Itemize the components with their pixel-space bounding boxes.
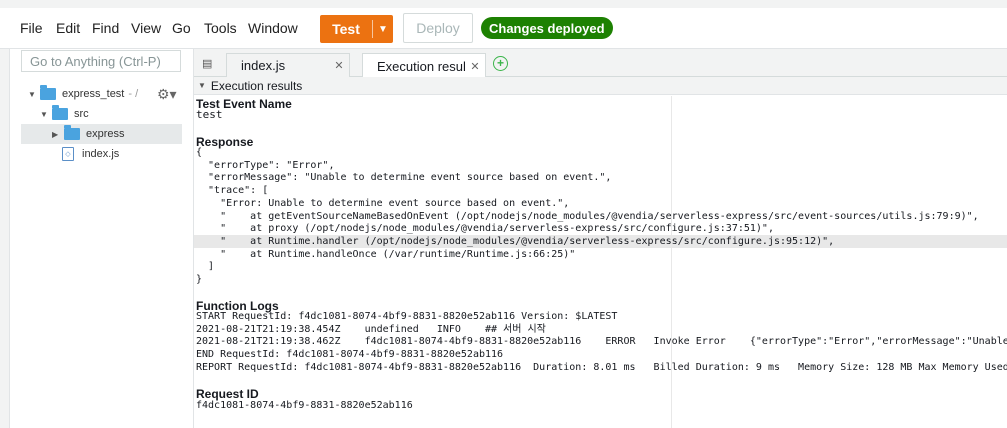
tab-bar: ▤ index.js ✕ Execution results ✕ + bbox=[194, 49, 1007, 78]
menu-edit[interactable]: Edit bbox=[56, 20, 80, 36]
response-line: "Error: Unable to determine event source… bbox=[196, 197, 570, 209]
close-icon[interactable]: ✕ bbox=[465, 60, 485, 73]
response-line: " at getEventSourceNameBasedOnEvent (/op… bbox=[196, 210, 979, 222]
status-badge: Changes deployed bbox=[481, 17, 613, 39]
chevron-down-icon[interactable]: ▼ bbox=[198, 81, 206, 90]
tab-label: index.js bbox=[241, 58, 286, 73]
folder-icon bbox=[64, 125, 80, 140]
gear-icon[interactable]: ⚙▾ bbox=[157, 86, 177, 103]
tab-index-js[interactable]: index.js ✕ bbox=[226, 53, 350, 77]
pane-menu-icon[interactable]: ▤ bbox=[202, 57, 212, 70]
tree-item-index-label: index.js bbox=[82, 148, 120, 160]
file-explorer: Go to Anything (Ctrl-P) ▼ express_test -… bbox=[0, 49, 194, 428]
test-button-label: Test bbox=[332, 21, 360, 37]
tab-label: Execution results bbox=[377, 58, 465, 74]
response-body[interactable]: { "errorType": "Error", "errorMessage": … bbox=[196, 147, 979, 287]
menu-find[interactable]: Find bbox=[92, 20, 119, 36]
log-line: START RequestId: f4dc1081-8074-4bf9-8831… bbox=[196, 311, 618, 322]
response-line: } bbox=[196, 274, 203, 286]
response-line: " at proxy (/opt/nodejs/node_modules/@ve… bbox=[196, 223, 774, 235]
tree-root[interactable]: ▼ express_test - / bbox=[28, 84, 138, 104]
response-line: "errorMessage": "Unable to determine eve… bbox=[196, 172, 612, 184]
menu-window[interactable]: Window bbox=[248, 20, 298, 36]
goto-anything-input[interactable]: Go to Anything (Ctrl-P) bbox=[21, 50, 181, 72]
close-icon[interactable]: ✕ bbox=[329, 59, 349, 72]
tree-root-label: express_test bbox=[62, 88, 125, 100]
request-id-label: Request ID bbox=[196, 387, 259, 401]
tree-item-express[interactable]: ▶ express bbox=[52, 124, 125, 144]
tree-root-suffix: - / bbox=[128, 88, 139, 100]
log-line: END RequestId: f4dc1081-8074-4bf9-8831-8… bbox=[196, 349, 504, 361]
response-line: { bbox=[196, 147, 203, 158]
tree-item-src[interactable]: ▼ src bbox=[40, 104, 89, 124]
chevron-down-icon[interactable]: ▼ bbox=[40, 110, 52, 119]
request-id-value: f4dc1081-8074-4bf9-8831-8820e52ab116 bbox=[196, 400, 413, 411]
chevron-down-icon[interactable]: ▼ bbox=[373, 24, 393, 35]
test-event-name-value: test bbox=[196, 108, 223, 121]
tab-execution-results[interactable]: Execution results ✕ bbox=[362, 53, 486, 78]
log-line: 2021-08-21T21:19:38.462Z f4dc1081-8074-4… bbox=[196, 336, 1007, 348]
js-file-icon: ◇ bbox=[62, 147, 74, 161]
response-line: " at Runtime.handleOnce (/var/runtime/Ru… bbox=[196, 248, 576, 260]
log-line: 2021-08-21T21:19:38.454Z undefined INFO … bbox=[196, 323, 546, 335]
folder-icon bbox=[40, 85, 56, 100]
chevron-right-icon[interactable]: ▶ bbox=[52, 130, 64, 139]
menu-view[interactable]: View bbox=[131, 20, 161, 36]
tree-item-index-js[interactable]: ◇ index.js bbox=[62, 144, 119, 164]
menu-tools[interactable]: Tools bbox=[204, 20, 237, 36]
folder-icon bbox=[52, 105, 68, 120]
chevron-down-icon[interactable]: ▼ bbox=[28, 90, 40, 99]
response-line: " at Runtime.handler (/opt/nodejs/node_m… bbox=[196, 235, 835, 247]
goto-placeholder: Go to Anything (Ctrl-P) bbox=[30, 53, 161, 69]
results-header-label: Execution results bbox=[210, 78, 303, 93]
deploy-button[interactable]: Deploy bbox=[403, 13, 473, 43]
log-line: REPORT RequestId: f4dc1081-8074-4bf9-883… bbox=[196, 361, 1007, 373]
menu-bar: File Edit Find View Go Tools Window Test… bbox=[0, 8, 1007, 49]
tree-item-express-label: express bbox=[86, 128, 125, 140]
test-button[interactable]: Test ▼ bbox=[320, 15, 393, 43]
results-header[interactable]: ▼ Execution results bbox=[194, 77, 1007, 95]
left-side-strip bbox=[0, 49, 10, 428]
tree-item-src-label: src bbox=[74, 108, 89, 120]
add-tab-icon[interactable]: + bbox=[493, 56, 508, 71]
response-line: "errorType": "Error", bbox=[196, 159, 335, 171]
menu-file[interactable]: File bbox=[20, 20, 43, 36]
function-logs-body[interactable]: START RequestId: f4dc1081-8074-4bf9-8831… bbox=[196, 311, 1007, 375]
response-line: ] bbox=[196, 261, 215, 273]
response-line: "trace": [ bbox=[196, 185, 269, 197]
menu-go[interactable]: Go bbox=[172, 20, 191, 36]
execution-results-panel: ▼ Execution results Test Event Name test… bbox=[194, 77, 1007, 428]
